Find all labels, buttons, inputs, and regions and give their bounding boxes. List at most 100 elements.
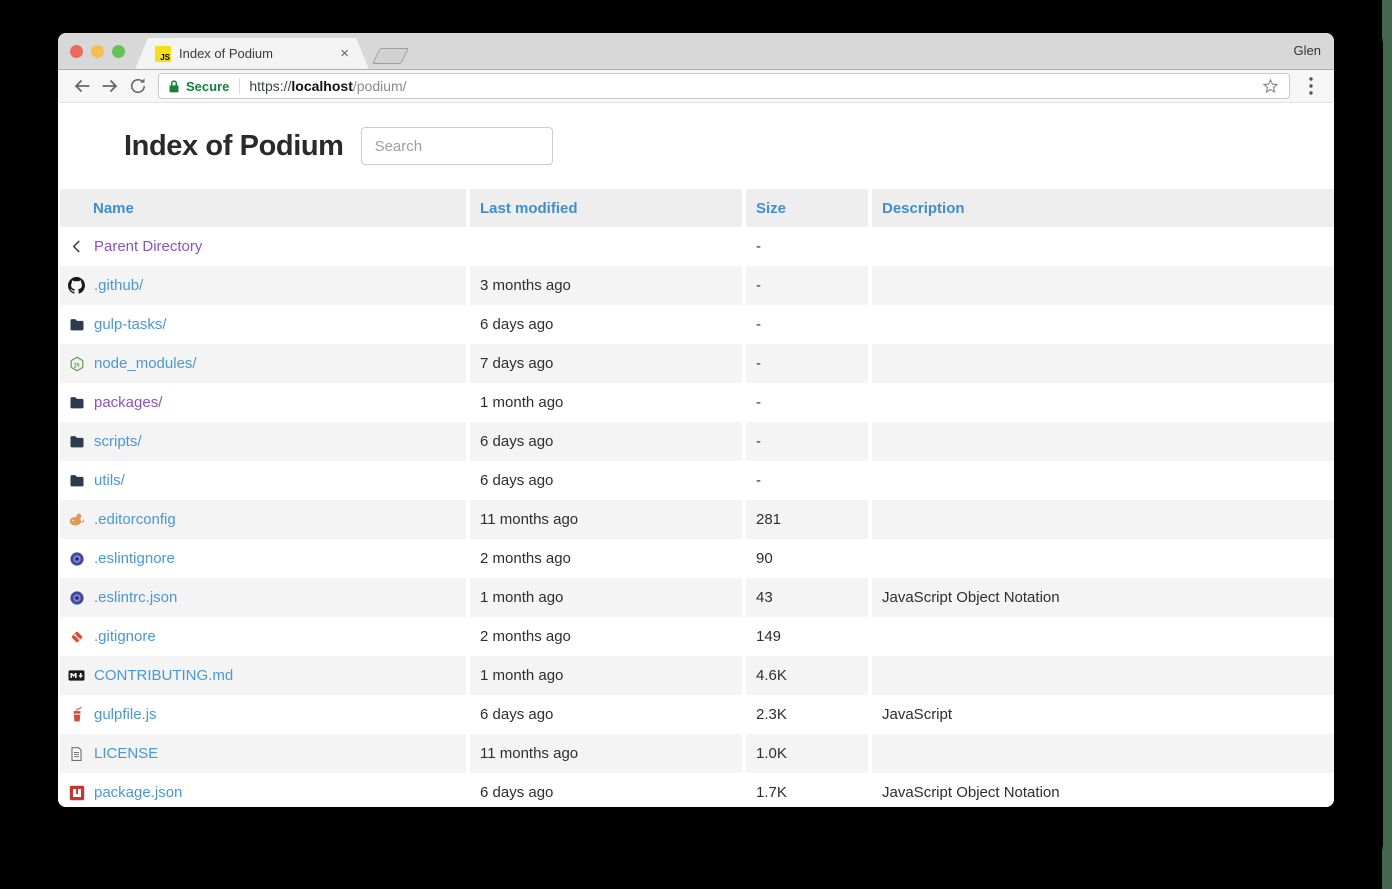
size-cell: - — [746, 305, 868, 344]
new-tab-button[interactable] — [372, 48, 409, 64]
forward-button[interactable] — [96, 72, 124, 100]
minimize-window-button[interactable] — [91, 45, 104, 58]
description-cell — [872, 266, 1334, 305]
file-name-cell: .gitignore — [60, 617, 466, 656]
url-scheme: https:// — [249, 78, 291, 94]
file-link[interactable]: package.json — [94, 784, 182, 801]
table-row: gulpfile.js 6 days ago 2.3K JavaScript — [60, 695, 1334, 734]
tab-title: Index of Podium — [179, 46, 332, 61]
forward-arrow-icon — [99, 75, 121, 97]
description-cell: JavaScript Object Notation — [872, 773, 1334, 807]
file-link[interactable]: gulpfile.js — [94, 706, 157, 723]
license-icon — [68, 745, 85, 762]
file-name-cell: LICENSE — [60, 734, 466, 773]
file-name-cell: js node_modules/ — [60, 344, 466, 383]
file-name-cell: packages/ — [60, 383, 466, 422]
folder-icon — [68, 394, 85, 411]
reload-button[interactable] — [124, 72, 152, 100]
search-input[interactable] — [361, 127, 553, 165]
last-modified-cell: 11 months ago — [470, 500, 742, 539]
description-cell — [872, 227, 1334, 266]
file-link[interactable]: .gitignore — [94, 628, 156, 645]
table-row: CONTRIBUTING.md 1 month ago 4.6K — [60, 656, 1334, 695]
folder-icon — [68, 472, 85, 489]
url-host: localhost — [291, 78, 352, 94]
file-link[interactable]: LICENSE — [94, 745, 158, 762]
size-cell: - — [746, 461, 868, 500]
back-button[interactable] — [68, 72, 96, 100]
last-modified-cell: 6 days ago — [470, 773, 742, 807]
bookmark-star-button[interactable] — [1261, 77, 1280, 96]
editorconfig-icon — [68, 511, 85, 528]
file-link[interactable]: scripts/ — [94, 433, 142, 450]
star-icon — [1261, 77, 1280, 96]
folder-icon — [68, 316, 85, 333]
last-modified-cell: 2 months ago — [470, 617, 742, 656]
size-cell: 90 — [746, 539, 868, 578]
column-header-size[interactable]: Size — [746, 189, 868, 227]
file-name-cell: CONTRIBUTING.md — [60, 656, 466, 695]
file-link[interactable]: packages/ — [94, 394, 162, 411]
file-link[interactable]: utils/ — [94, 472, 125, 489]
file-name-cell: Parent Directory — [60, 227, 466, 266]
browser-tab[interactable]: JS Index of Podium × — [135, 38, 369, 69]
file-link[interactable]: .eslintrc.json — [94, 589, 177, 606]
table-row: .eslintrc.json 1 month ago 43 JavaScript… — [60, 578, 1334, 617]
table-row: packages/ 1 month ago - — [60, 383, 1334, 422]
github-icon — [68, 277, 85, 294]
last-modified-cell: 2 months ago — [470, 539, 742, 578]
desktop: JS Index of Podium × Glen Secure https — [0, 0, 1392, 889]
size-cell: 2.3K — [746, 695, 868, 734]
url-path: /podium/ — [353, 78, 407, 94]
size-cell: 1.7K — [746, 773, 868, 807]
close-window-button[interactable] — [70, 45, 83, 58]
file-name-cell: .eslintrc.json — [60, 578, 466, 617]
table-row: scripts/ 6 days ago - — [60, 422, 1334, 461]
column-header-last-modified[interactable]: Last modified — [470, 189, 742, 227]
column-header-description[interactable]: Description — [872, 189, 1334, 227]
table-row: .github/ 3 months ago - — [60, 266, 1334, 305]
traffic-lights — [70, 45, 125, 58]
table-row: .eslintignore 2 months ago 90 — [60, 539, 1334, 578]
column-header-name[interactable]: Name — [60, 189, 466, 227]
reload-icon — [128, 76, 148, 96]
file-link[interactable]: .editorconfig — [94, 511, 176, 528]
eslint-icon — [68, 589, 85, 606]
browser-window: JS Index of Podium × Glen Secure https — [58, 33, 1334, 807]
file-link[interactable]: node_modules/ — [94, 355, 197, 372]
secure-lock-icon — [168, 79, 180, 94]
table-row: .gitignore 2 months ago 149 — [60, 617, 1334, 656]
file-link[interactable]: gulp-tasks/ — [94, 316, 167, 333]
file-table: Name Last modified Size Description Pare… — [60, 189, 1334, 807]
browser-menu-button[interactable] — [1298, 72, 1324, 100]
last-modified-cell: 11 months ago — [470, 734, 742, 773]
last-modified-cell — [470, 227, 742, 266]
omnibox-divider — [239, 78, 240, 94]
table-row: utils/ 6 days ago - — [60, 461, 1334, 500]
table-row: js node_modules/ 7 days ago - — [60, 344, 1334, 383]
last-modified-cell: 6 days ago — [470, 422, 742, 461]
description-cell: JavaScript Object Notation — [872, 578, 1334, 617]
size-cell: - — [746, 266, 868, 305]
zoom-window-button[interactable] — [112, 45, 125, 58]
file-link[interactable]: CONTRIBUTING.md — [94, 667, 233, 684]
page-header: Index of Podium — [58, 103, 1334, 189]
file-name-cell: utils/ — [60, 461, 466, 500]
description-cell — [872, 461, 1334, 500]
chevron-left-icon — [68, 238, 85, 255]
file-link[interactable]: .github/ — [94, 277, 143, 294]
file-name-cell: .github/ — [60, 266, 466, 305]
tab-close-icon[interactable]: × — [340, 46, 349, 61]
browser-profile-name[interactable]: Glen — [1294, 43, 1321, 58]
address-bar[interactable]: Secure https://localhost/podium/ — [158, 73, 1290, 99]
description-cell — [872, 656, 1334, 695]
url-text[interactable]: https://localhost/podium/ — [249, 78, 406, 94]
javascript-favicon-icon: JS — [155, 46, 171, 62]
back-arrow-icon — [71, 75, 93, 97]
file-link[interactable]: Parent Directory — [94, 238, 202, 255]
table-row: package.json 6 days ago 1.7K JavaScript … — [60, 773, 1334, 807]
table-header-row: Name Last modified Size Description — [60, 189, 1334, 227]
size-cell: 281 — [746, 500, 868, 539]
description-cell — [872, 734, 1334, 773]
file-link[interactable]: .eslintignore — [94, 550, 175, 567]
